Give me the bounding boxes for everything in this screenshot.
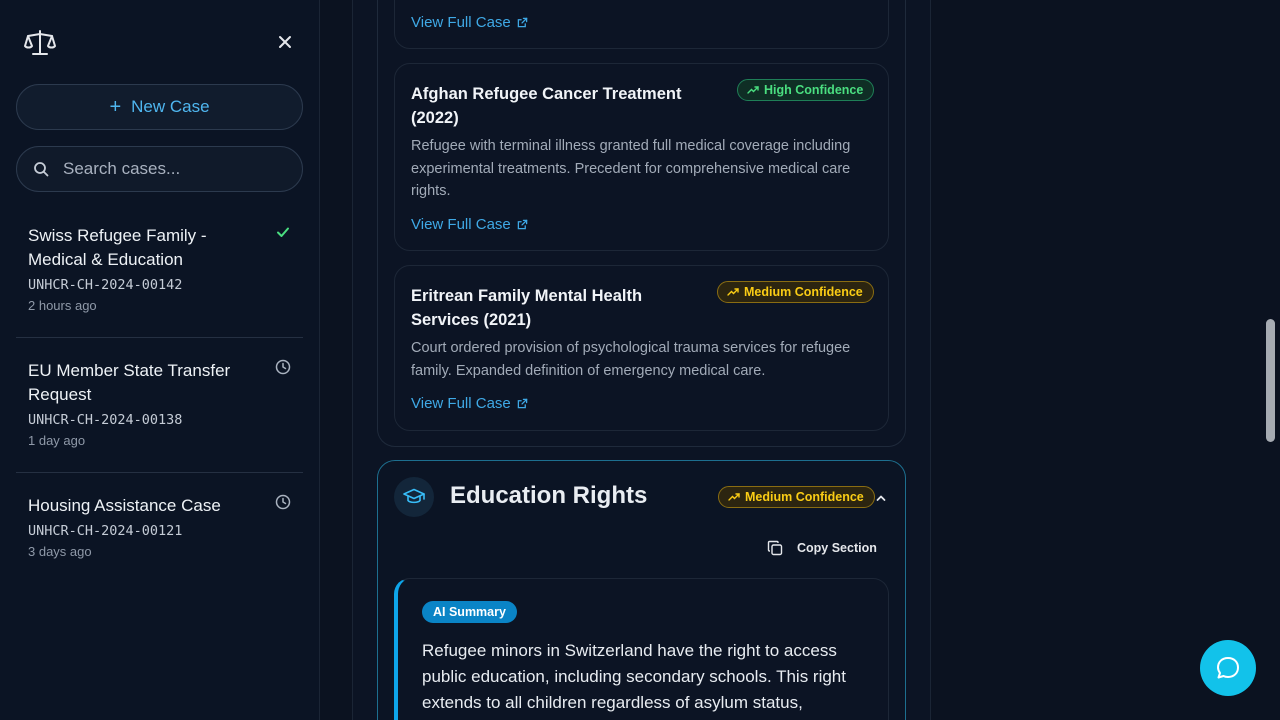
- precedent-card: Eritrean Family Mental Health Services (…: [394, 265, 889, 431]
- precedent-card: Afghan Refugee Cancer Treatment (2022) H…: [394, 63, 889, 251]
- case-list-item[interactable]: Housing Assistance Case UNHCR-CH-2024-00…: [16, 494, 303, 574]
- confidence-badge: High Confidence: [737, 79, 875, 101]
- precedent-title: Afghan Refugee Cancer Treatment (2022): [411, 85, 682, 127]
- ai-summary-text: Refugee minors in Switzerland have the r…: [422, 641, 846, 712]
- chevron-up-icon[interactable]: [875, 492, 887, 504]
- case-time: 2 hours ago: [28, 298, 97, 313]
- trending-up-icon: [727, 288, 739, 296]
- new-case-label: New Case: [131, 97, 210, 116]
- view-full-case-label: View Full Case: [411, 395, 511, 412]
- case-title: Swiss Refugee Family - Medical & Educati…: [28, 226, 207, 269]
- trending-up-icon: [747, 86, 759, 94]
- close-sidebar-icon[interactable]: [276, 33, 294, 51]
- case-id: UNHCR-CH-2024-00138: [28, 412, 183, 428]
- case-list-item[interactable]: EU Member State Transfer Request UNHCR-C…: [16, 359, 303, 473]
- precedent-title: Eritrean Family Mental Health Services (…: [411, 287, 643, 329]
- case-title: EU Member State Transfer Request: [28, 361, 231, 404]
- view-full-case-link[interactable]: View Full Case: [411, 395, 528, 412]
- case-time: 1 day ago: [28, 433, 86, 448]
- external-link-icon: [517, 398, 528, 409]
- copy-icon: [767, 540, 783, 556]
- search-input[interactable]: [63, 159, 283, 179]
- new-case-button[interactable]: + New Case: [16, 84, 303, 130]
- clock-icon: [275, 494, 291, 510]
- check-icon: [277, 227, 289, 237]
- external-link-icon: [517, 17, 528, 28]
- copy-section-button[interactable]: Copy Section: [767, 540, 877, 556]
- confidence-label: Medium Confidence: [744, 285, 863, 299]
- chat-bubble-icon: [1217, 657, 1239, 679]
- chat-button[interactable]: [1200, 640, 1256, 696]
- confidence-badge: Medium Confidence: [718, 486, 875, 508]
- case-title: Housing Assistance Case: [28, 496, 221, 515]
- search-icon: [34, 162, 49, 177]
- section-title: Education Rights: [450, 482, 648, 509]
- view-full-case-label: View Full Case: [411, 14, 511, 31]
- case-id: UNHCR-CH-2024-00142: [28, 277, 183, 293]
- precedent-card: View Full Case: [394, 0, 889, 49]
- graduation-cap-icon: [394, 477, 434, 517]
- sidebar: + New Case Swiss Refugee Family - Medica…: [0, 0, 320, 720]
- ai-summary-card: AI Summary Refugee minors in Switzerland…: [394, 578, 889, 720]
- scales-logo-icon: [24, 30, 56, 55]
- case-id: UNHCR-CH-2024-00121: [28, 523, 183, 539]
- ai-summary-badge: AI Summary: [422, 601, 517, 623]
- search-box[interactable]: [16, 146, 303, 192]
- confidence-badge: Medium Confidence: [717, 281, 874, 303]
- trending-up-icon: [728, 493, 740, 501]
- case-list-item[interactable]: Swiss Refugee Family - Medical & Educati…: [16, 224, 303, 338]
- case-time: 3 days ago: [28, 544, 92, 559]
- confidence-label: High Confidence: [764, 83, 864, 97]
- page-scrollbar-thumb[interactable]: [1266, 319, 1275, 442]
- external-link-icon: [517, 219, 528, 230]
- copy-section-label: Copy Section: [797, 541, 877, 555]
- view-full-case-label: View Full Case: [411, 216, 511, 233]
- precedent-description: Court ordered provision of psychological…: [411, 340, 851, 379]
- confidence-label: Medium Confidence: [745, 490, 864, 504]
- view-full-case-link[interactable]: View Full Case: [411, 216, 528, 233]
- precedent-description: Refugee with terminal illness granted fu…: [411, 138, 851, 199]
- plus-icon: +: [109, 96, 122, 118]
- clock-icon: [275, 359, 291, 375]
- view-full-case-link[interactable]: View Full Case: [411, 14, 528, 31]
